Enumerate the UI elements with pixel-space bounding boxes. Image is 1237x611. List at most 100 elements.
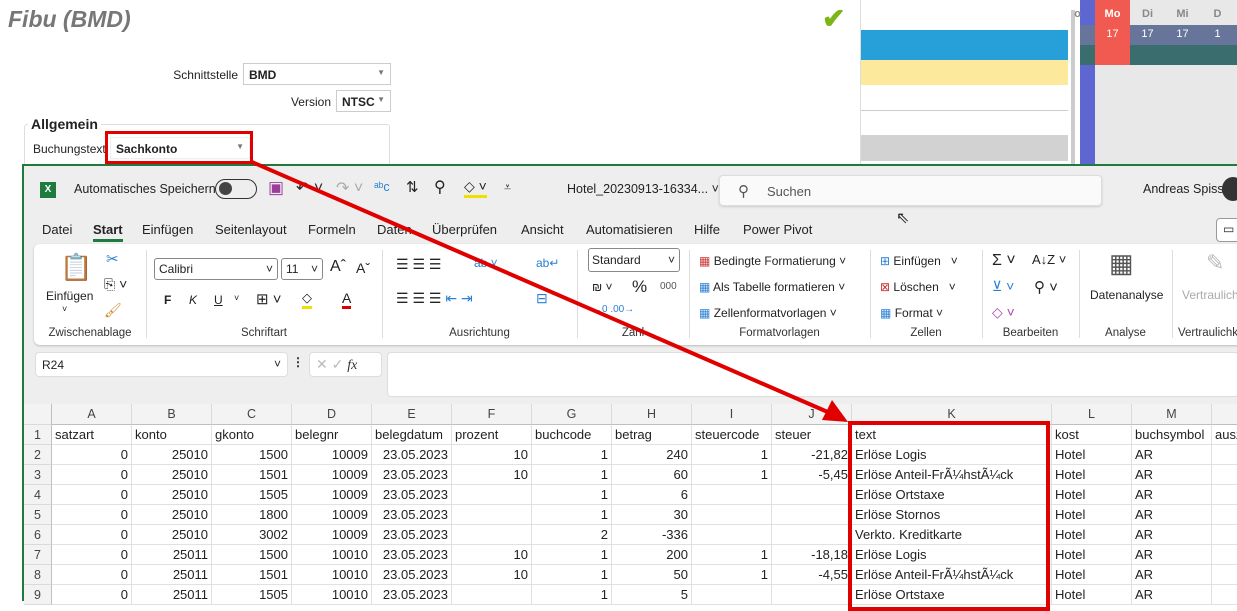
table-cell[interactable]: 25011 [132,585,212,605]
table-cell[interactable]: 10010 [292,565,372,585]
table-cell[interactable]: 6 [612,485,692,505]
table-cell[interactable]: 1 [532,585,612,605]
column-header[interactable]: J [772,404,852,425]
row-header[interactable]: 2 [24,445,52,465]
table-cell[interactable]: AR [1132,485,1212,505]
table-cell[interactable] [1212,565,1237,585]
table-cell[interactable]: 1 [692,565,772,585]
redo-icon[interactable]: ↷ ˅ [336,178,363,198]
column-header[interactable]: B [132,404,212,425]
delete-cells-button[interactable]: ⊠ Löschen ˅ [880,280,956,294]
borders-icon[interactable]: ⊞ ˅ [256,290,282,308]
row-header[interactable]: 1 [24,425,52,445]
yellow-row[interactable] [861,60,1068,85]
header-cell[interactable]: steuercode [692,425,772,445]
font-size-select[interactable]: 11 ˅ [281,258,323,280]
column-header[interactable]: G [532,404,612,425]
fill-color-icon[interactable]: ◇ ˅ [464,178,487,198]
version-select[interactable]: NTSC ▼ [336,90,391,112]
chevron-down-icon[interactable]: ˅ [62,304,67,314]
table-cell[interactable]: 25011 [132,565,212,585]
table-cell[interactable]: 1505 [212,585,292,605]
user-name[interactable]: Andreas Spiss [1143,182,1224,196]
sensitivity-icon[interactable]: ✎ [1206,250,1224,276]
row-header[interactable]: 4 [24,485,52,505]
header-cell[interactable]: belegnr [292,425,372,445]
table-cell[interactable]: 200 [612,545,692,565]
table-cell[interactable]: 10010 [292,545,372,565]
orientation-icon[interactable]: ab ˅ [474,256,498,270]
header-cell[interactable]: betrag [612,425,692,445]
column-header[interactable]: L [1052,404,1132,425]
table-cell[interactable] [452,505,532,525]
row-header[interactable]: 3 [24,465,52,485]
table-cell[interactable] [772,505,852,525]
table-cell[interactable]: 0 [52,545,132,565]
decimal-icon[interactable]: ←0 .00→ [592,304,634,315]
header-cell[interactable]: buchcode [532,425,612,445]
autosum-icon[interactable]: Σ ˅ [992,252,1016,270]
table-cell[interactable]: 5 [612,585,692,605]
table-cell[interactable]: 10 [452,545,532,565]
chevron-down-icon[interactable]: ˅ [234,293,239,303]
tab-formeln[interactable]: Formeln [308,222,356,237]
tab-einfügen[interactable]: Einfügen [142,222,193,237]
table-cell[interactable]: 0 [52,565,132,585]
column-header[interactable]: A [52,404,132,425]
column-header[interactable]: M [1132,404,1212,425]
table-cell[interactable]: Hotel [1052,525,1132,545]
table-cell[interactable]: 1500 [212,445,292,465]
format-cells-button[interactable]: ▦ Format ˅ [880,306,943,320]
table-cell[interactable]: -336 [612,525,692,545]
table-cell[interactable] [1212,585,1237,605]
header-cell[interactable]: satzart [52,425,132,445]
header-cell[interactable]: konto [132,425,212,445]
filename[interactable]: Hotel_20230913-16334... ˅ [567,182,719,196]
font-select[interactable]: Calibri ˅ [154,258,278,280]
insert-cells-button[interactable]: ⊞ Einfügen ˅ [880,254,958,268]
thousands-button[interactable]: 000 [660,281,677,292]
table-cell[interactable]: 25010 [132,485,212,505]
table-cell[interactable]: 60 [612,465,692,485]
sensitivity-button[interactable]: Vertraulichk [1182,288,1237,302]
format-painter-icon[interactable]: 🖌 [104,302,122,319]
table-cell[interactable] [772,525,852,545]
table-cell[interactable] [772,585,852,605]
spelling-icon[interactable]: ᵃᵇc [374,180,390,194]
table-cell[interactable]: AR [1132,465,1212,485]
undo-icon[interactable]: ↶ ˅ [296,178,323,198]
table-cell[interactable]: 2 [532,525,612,545]
bold-button[interactable]: F [164,293,171,307]
number-format-select[interactable]: Standard ˅ [588,248,680,272]
align-left-icon[interactable]: ☰ ☰ ☰ ⇤ ⇥ [396,290,473,307]
table-cell[interactable]: 23.05.2023 [372,545,452,565]
column-header[interactable]: D [292,404,372,425]
find-icon[interactable]: ⚲ ˅ [1034,278,1058,296]
column-header[interactable] [1212,404,1237,425]
tab-automatisieren[interactable]: Automatisieren [586,222,673,237]
table-cell[interactable]: 1500 [212,545,292,565]
table-cell[interactable]: -5,45 [772,465,852,485]
table-cell[interactable] [1212,545,1237,565]
table-cell[interactable]: 25010 [132,525,212,545]
cut-icon[interactable]: ✂ [106,250,119,268]
schnittstelle-select[interactable]: BMD ▼ [243,63,391,85]
header-cell[interactable]: prozent [452,425,532,445]
cell-styles-button[interactable]: ▦ Zellenformatvorlagen ˅ [699,306,837,320]
font-color-icon[interactable]: A [342,290,352,309]
comments-button[interactable]: ▭ [1216,218,1237,242]
row-header[interactable]: 7 [24,545,52,565]
table-cell[interactable]: 10009 [292,505,372,525]
column-header[interactable]: H [612,404,692,425]
table-cell[interactable]: Hotel [1052,445,1132,465]
table-cell[interactable] [692,505,772,525]
table-cell[interactable]: 23.05.2023 [372,525,452,545]
column-header[interactable]: C [212,404,292,425]
table-cell[interactable]: 25010 [132,445,212,465]
table-cell[interactable]: 10 [452,445,532,465]
save-icon[interactable]: ▣ [268,178,284,198]
table-cell[interactable]: AR [1132,545,1212,565]
table-cell[interactable]: AR [1132,505,1212,525]
check-icon[interactable]: ✔ [822,2,845,35]
increase-font-icon[interactable]: Aˆ [330,258,346,276]
